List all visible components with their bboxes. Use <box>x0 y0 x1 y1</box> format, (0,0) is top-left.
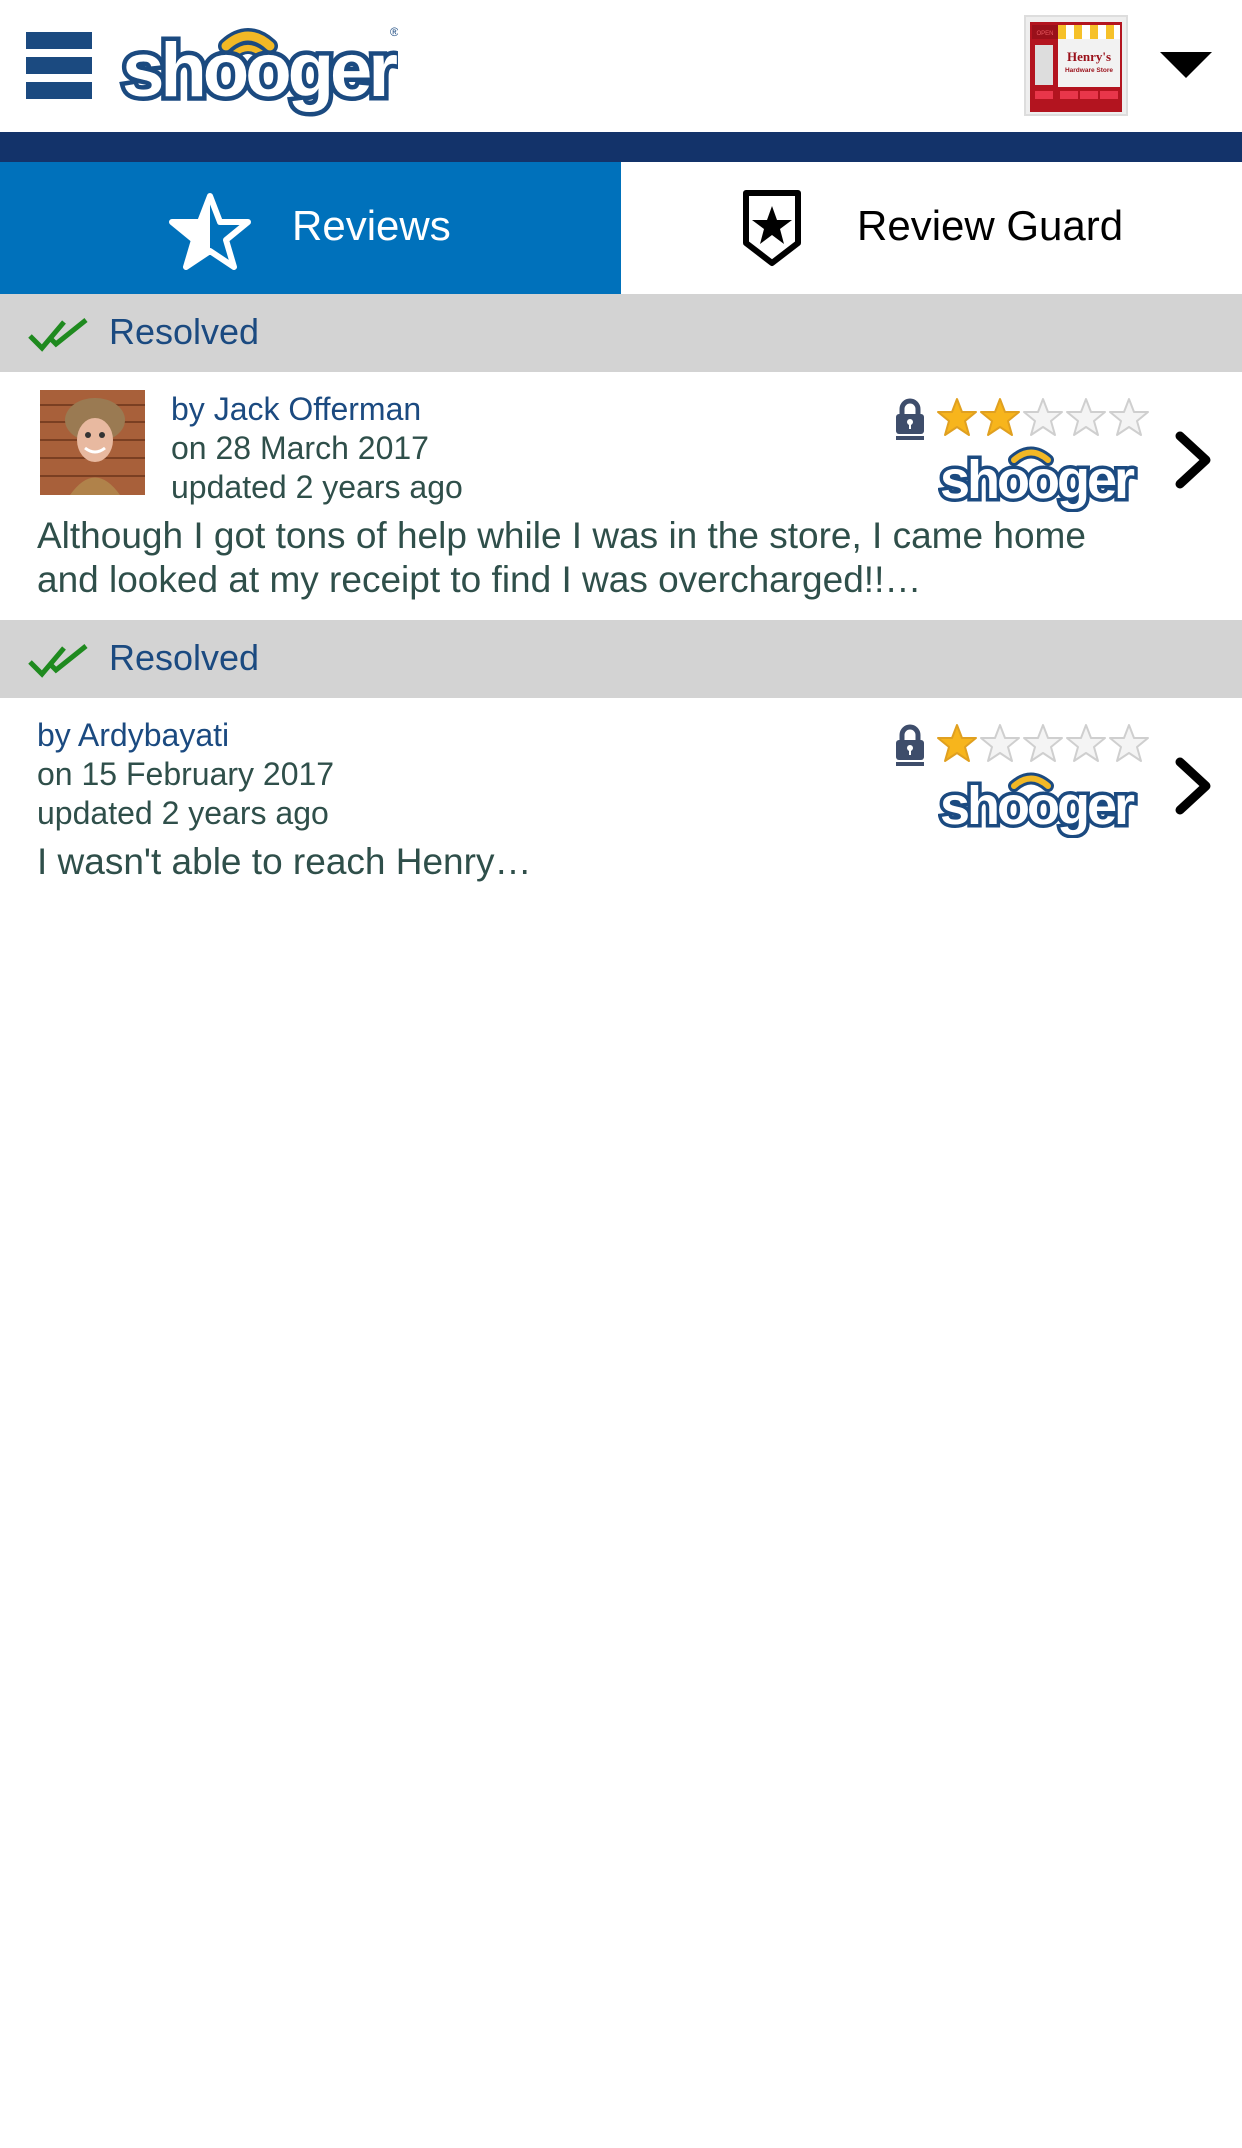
hamburger-line <box>26 32 92 49</box>
stars-row <box>936 396 1150 438</box>
review-meta: by Jack Offerman on 28 March 2017 update… <box>171 390 463 507</box>
shield-star-icon <box>743 190 801 266</box>
app-header: shooger ® OPEN Henry's Hardware Store <box>0 0 1242 132</box>
svg-text:Hardware Store: Hardware Store <box>1065 67 1113 74</box>
stars-row <box>936 722 1150 764</box>
star-filled-icon <box>937 398 977 436</box>
chevron-right-icon[interactable] <box>1172 430 1216 490</box>
store-dropdown-caret[interactable] <box>1160 52 1212 78</box>
star-empty-icon <box>1109 398 1149 436</box>
review-date: on 15 February 2017 <box>37 756 335 792</box>
review-author[interactable]: by Ardybayati <box>37 716 334 755</box>
status-bar-resolved: Resolved <box>0 620 1242 698</box>
logo-text: shooger <box>122 28 397 113</box>
review-date: on 28 March 2017 <box>171 430 429 466</box>
star-empty-icon <box>1109 724 1149 762</box>
star-empty-icon <box>1023 398 1063 436</box>
header-divider-bar <box>0 132 1242 162</box>
menu-button[interactable] <box>26 32 92 99</box>
status-bar-resolved: Resolved <box>0 294 1242 372</box>
star-empty-icon <box>1066 398 1106 436</box>
star-empty-icon <box>1023 724 1063 762</box>
review-author[interactable]: by Jack Offerman <box>171 390 463 429</box>
svg-text:shooger: shooger <box>940 450 1135 510</box>
lock-icon <box>896 724 924 766</box>
lock-icon <box>896 398 924 440</box>
review-text: Although I got tons of help while I was … <box>37 515 1086 600</box>
status-label: Resolved <box>109 311 260 352</box>
svg-text:OPEN: OPEN <box>1036 31 1053 37</box>
review-item[interactable]: by Ardybayati on 15 February 2017 update… <box>0 698 1242 898</box>
star-filled-icon <box>937 724 977 762</box>
reviewer-avatar <box>40 390 145 495</box>
double-check-icon <box>28 644 88 678</box>
store-avatar-button[interactable]: OPEN Henry's Hardware Store <box>1024 15 1128 116</box>
tab-label: Review Guard <box>857 202 1124 249</box>
double-check-icon <box>28 318 88 352</box>
half-star-icon <box>169 193 251 270</box>
status-label: Resolved <box>109 637 260 678</box>
shooger-source-logo: shooger <box>938 773 1138 839</box>
shooger-logo: shooger ® <box>118 24 398 118</box>
svg-text:shooger: shooger <box>940 776 1135 836</box>
tab-bar: Reviews Review Guard <box>0 162 1242 294</box>
star-empty-icon <box>980 724 1020 762</box>
shooger-source-logo: shooger <box>938 447 1138 513</box>
star-filled-icon <box>980 398 1020 436</box>
tab-reviews[interactable]: Reviews <box>0 162 621 294</box>
svg-text:®: ® <box>390 25 398 39</box>
tab-review-guard[interactable]: Review Guard <box>621 162 1242 294</box>
review-meta: by Ardybayati on 15 February 2017 update… <box>37 716 334 833</box>
review-text: I wasn't able to reach Henry… <box>37 841 532 882</box>
review-updated: updated 2 years ago <box>37 795 329 831</box>
hamburger-line <box>26 82 92 99</box>
storefront-icon: OPEN Henry's Hardware Store <box>1026 17 1126 114</box>
tab-label: Reviews <box>292 202 451 249</box>
hamburger-line <box>26 57 92 74</box>
svg-text:Henry's: Henry's <box>1067 49 1111 64</box>
chevron-right-icon[interactable] <box>1172 756 1216 816</box>
review-updated: updated 2 years ago <box>171 469 463 505</box>
star-empty-icon <box>1066 724 1106 762</box>
review-item[interactable]: by Jack Offerman on 28 March 2017 update… <box>0 372 1242 620</box>
